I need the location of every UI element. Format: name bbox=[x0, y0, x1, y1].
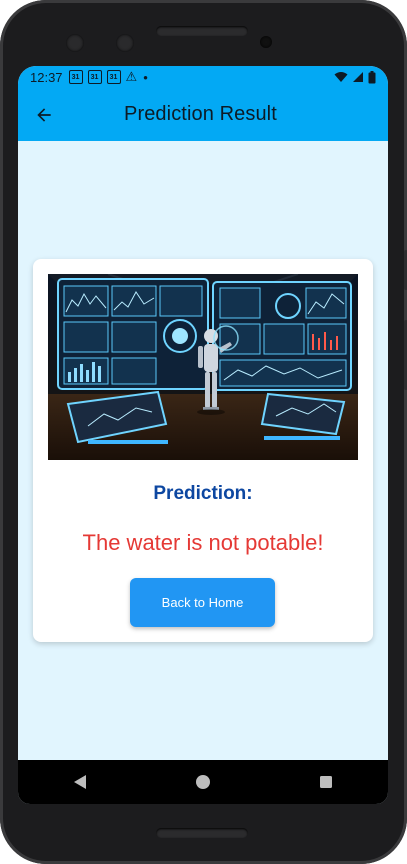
app-bar: Prediction Result bbox=[18, 88, 388, 141]
back-button[interactable] bbox=[18, 88, 70, 141]
earpiece-speaker bbox=[156, 26, 248, 36]
warning-icon: ⚠ bbox=[125, 69, 138, 84]
proximity-sensor bbox=[260, 36, 272, 48]
nav-recents-button[interactable] bbox=[306, 762, 346, 802]
screen: 12:37 31 31 31 ⚠ • Prediction Result Pre… bbox=[18, 66, 388, 804]
bottom-speaker bbox=[156, 828, 248, 838]
home-circle-icon bbox=[195, 775, 210, 789]
wifi-icon bbox=[334, 72, 348, 82]
prediction-label: Prediction: bbox=[153, 483, 253, 504]
recents-square-icon bbox=[320, 776, 333, 788]
back-to-home-button[interactable]: Back to Home bbox=[130, 578, 275, 627]
status-bar: 12:37 31 31 31 ⚠ • bbox=[18, 66, 388, 88]
result-card: Prediction: The water is not potable! Ba… bbox=[33, 259, 373, 642]
prediction-result: The water is not potable! bbox=[82, 530, 324, 555]
robot-control-room-image bbox=[48, 274, 358, 460]
calendar-icon: 31 bbox=[106, 70, 121, 84]
content-area: Prediction: The water is not potable! Ba… bbox=[18, 141, 388, 760]
battery-icon bbox=[368, 70, 376, 83]
nav-home-button[interactable] bbox=[183, 762, 223, 802]
front-sensor bbox=[66, 34, 84, 52]
phone-frame: 12:37 31 31 31 ⚠ • Prediction Result Pre… bbox=[0, 0, 407, 864]
signal-icon bbox=[353, 72, 363, 82]
calendar-icon: 31 bbox=[87, 70, 102, 84]
front-camera bbox=[116, 34, 134, 52]
nav-back-button[interactable] bbox=[60, 762, 100, 802]
system-nav-bar bbox=[18, 760, 388, 804]
calendar-icon: 31 bbox=[68, 70, 83, 84]
back-triangle-icon bbox=[73, 775, 86, 789]
arrow-back-icon bbox=[37, 107, 51, 122]
status-time: 12:37 bbox=[30, 69, 63, 85]
notification-dot-icon: • bbox=[143, 69, 148, 85]
page-title: Prediction Result bbox=[124, 103, 277, 125]
